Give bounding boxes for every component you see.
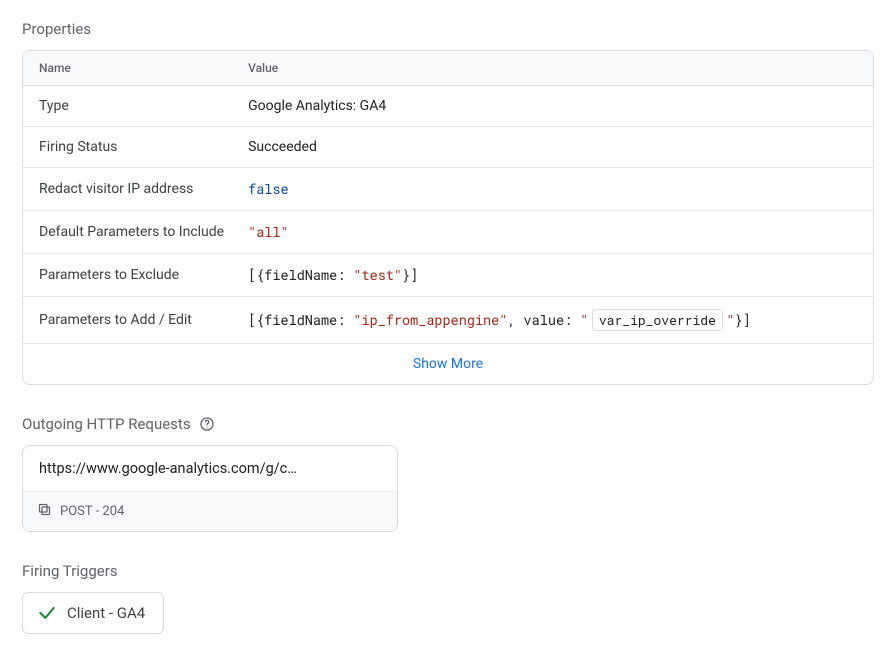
string-literal: "ip_from_appengine"	[353, 311, 507, 329]
table-row: Parameters to Exclude [{fieldName: "test…	[23, 254, 873, 297]
properties-table: Name Value Type Google Analytics: GA4 Fi…	[22, 50, 874, 385]
punct: }]	[735, 311, 751, 329]
table-row: Type Google Analytics: GA4	[23, 86, 873, 127]
prop-value: Google Analytics: GA4	[232, 86, 873, 127]
col-name-header: Name	[23, 51, 232, 86]
prop-name: Parameters to Add / Edit	[23, 297, 232, 344]
table-row: Default Parameters to Include "all"	[23, 211, 873, 254]
table-row: Redact visitor IP address false	[23, 168, 873, 211]
help-icon[interactable]	[199, 416, 215, 432]
properties-title: Properties	[22, 20, 874, 38]
http-method-status: POST - 204	[60, 504, 124, 519]
variable-chip[interactable]: var_ip_override	[592, 309, 723, 331]
prop-value: "all"	[232, 211, 873, 254]
copy-icon	[37, 502, 52, 521]
prop-name: Firing Status	[23, 127, 232, 168]
string-literal: "all"	[248, 223, 289, 241]
punct: [{fieldName:	[248, 266, 353, 284]
punct: [{fieldName:	[248, 311, 353, 329]
show-more-link[interactable]: Show More	[413, 356, 483, 372]
trigger-chip[interactable]: Client - GA4	[22, 592, 164, 634]
table-row: Firing Status Succeeded	[23, 127, 873, 168]
http-request-meta: POST - 204	[23, 491, 397, 531]
http-request-card[interactable]: https://www.google-analytics.com/g/c… PO…	[22, 445, 398, 532]
prop-name: Redact visitor IP address	[23, 168, 232, 211]
prop-value: [{fieldName: "test"}]	[232, 254, 873, 297]
triggers-list: Client - GA4	[22, 592, 874, 634]
bool-literal: false	[248, 180, 289, 198]
punct: , value:	[507, 311, 580, 329]
http-request-url: https://www.google-analytics.com/g/c…	[23, 446, 397, 491]
prop-name: Parameters to Exclude	[23, 254, 232, 297]
string-literal: "test"	[353, 266, 402, 284]
http-requests-title-text: Outgoing HTTP Requests	[22, 415, 191, 433]
col-value-header: Value	[232, 51, 873, 86]
prop-value: Succeeded	[232, 127, 873, 168]
show-more-row: Show More	[23, 344, 873, 384]
punct-quote: "	[580, 311, 588, 329]
prop-name: Type	[23, 86, 232, 127]
prop-value: [{fieldName: "ip_from_appengine", value:…	[232, 297, 873, 344]
http-requests-title: Outgoing HTTP Requests	[22, 415, 874, 433]
trigger-label: Client - GA4	[67, 604, 145, 622]
check-icon	[37, 603, 57, 623]
prop-name: Default Parameters to Include	[23, 211, 232, 254]
punct: }]	[402, 266, 418, 284]
table-row: Parameters to Add / Edit [{fieldName: "i…	[23, 297, 873, 344]
prop-value: false	[232, 168, 873, 211]
firing-triggers-title: Firing Triggers	[22, 562, 874, 580]
punct-quote: "	[726, 311, 734, 329]
